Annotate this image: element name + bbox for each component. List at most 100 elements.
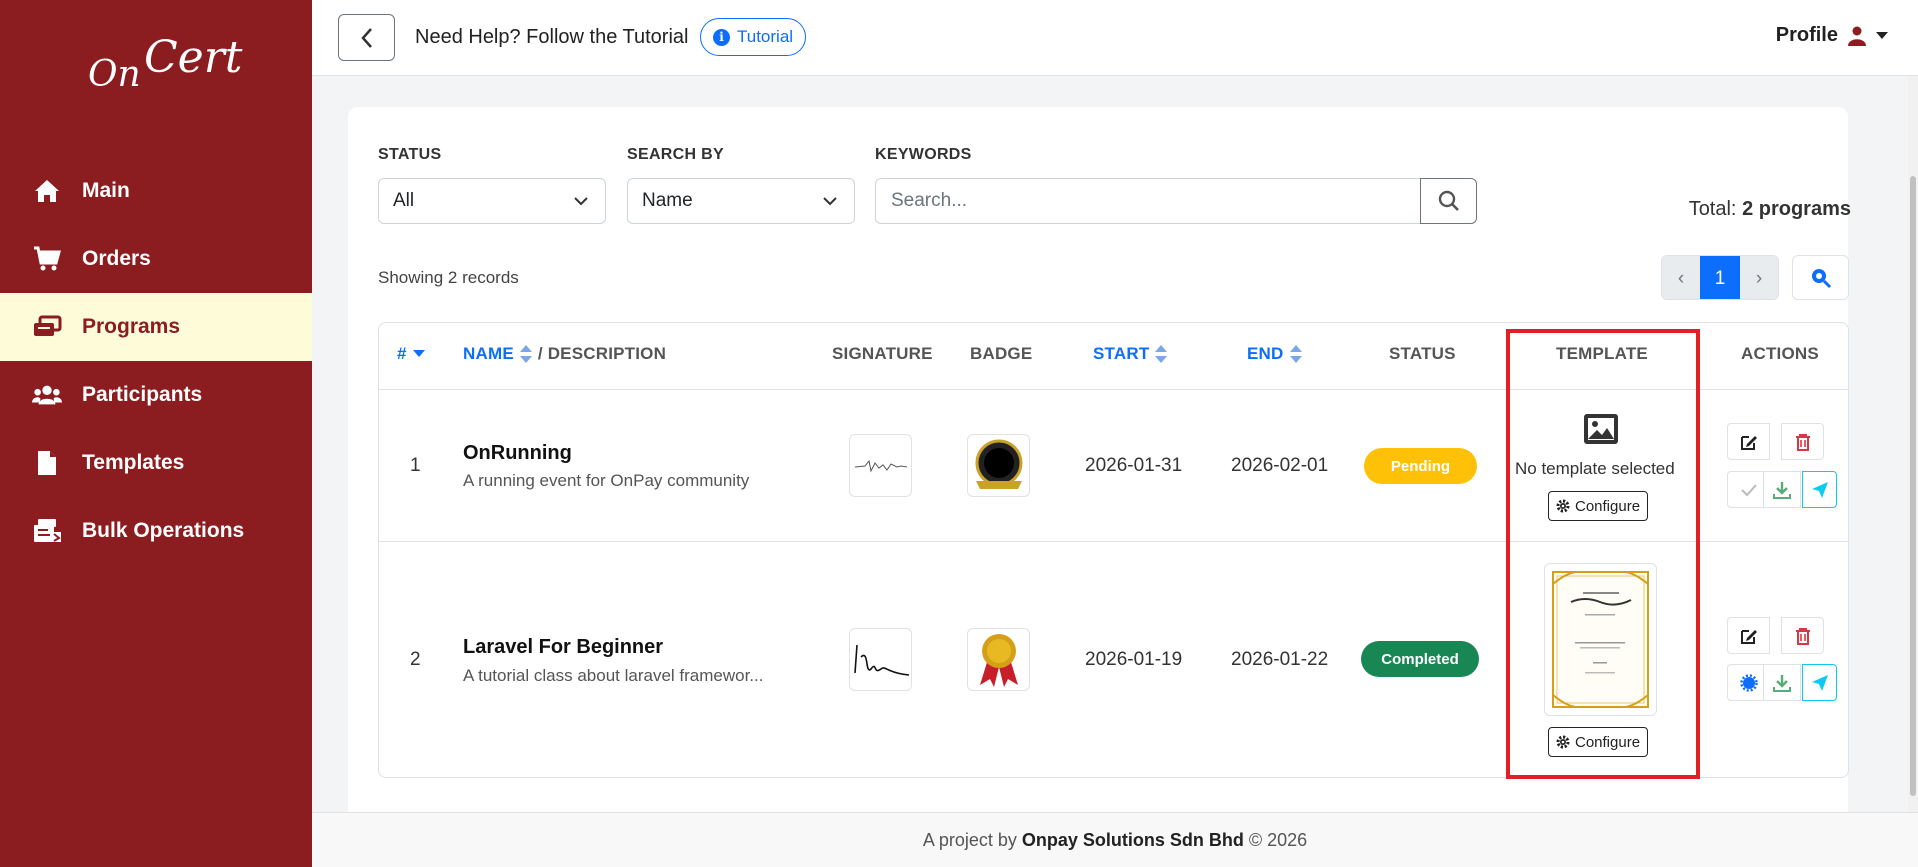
check-icon xyxy=(1740,483,1757,496)
download-icon xyxy=(1773,481,1791,499)
row-1-edit-button[interactable] xyxy=(1727,423,1770,460)
row-2-start: 2026-01-19 xyxy=(1085,649,1183,670)
trash-icon xyxy=(1795,433,1810,451)
profile-menu[interactable]: Profile xyxy=(1776,24,1888,47)
sidebar-item-main[interactable]: Main xyxy=(0,157,312,225)
cart-icon xyxy=(32,244,62,274)
row-1-send-button[interactable] xyxy=(1802,471,1837,508)
status-select[interactable]: All xyxy=(378,178,606,224)
th-description-label: / DESCRIPTION xyxy=(537,344,667,363)
total-prefix: Total: xyxy=(1688,198,1737,220)
search-icon xyxy=(1438,190,1459,211)
keywords-search-input[interactable] xyxy=(875,178,1420,224)
pagination-page-1[interactable]: 1 xyxy=(1700,256,1740,299)
programs-icon xyxy=(32,312,62,342)
oncert-logo[interactable]: On Cert xyxy=(84,32,242,102)
search-by-label: SEARCH BY xyxy=(627,146,724,163)
sort-down-icon xyxy=(412,350,425,357)
th-actions: ACTIONS xyxy=(1741,344,1819,363)
file-icon xyxy=(32,448,62,478)
profile-label: Profile xyxy=(1775,24,1838,46)
status-select-value: All xyxy=(393,190,415,211)
sort-icon xyxy=(519,345,532,363)
row-2-signature-image[interactable] xyxy=(849,628,912,691)
sidebar-item-orders[interactable]: Orders xyxy=(0,225,312,293)
footer: A project by Onpay Solutions Sdn Bhd © 2… xyxy=(312,812,1918,867)
search-button[interactable] xyxy=(1420,178,1477,224)
th-end[interactable]: END xyxy=(1247,344,1302,364)
row-1-name[interactable]: OnRunning xyxy=(463,442,572,465)
tutorial-label: Tutorial xyxy=(737,27,794,46)
row-2-badge-image[interactable] xyxy=(967,628,1030,691)
scrollbar-thumb[interactable] xyxy=(1910,176,1916,796)
th-signature: SIGNATURE xyxy=(832,344,933,363)
sidebar-nav: Main Orders Programs Participants Templa… xyxy=(0,157,312,565)
sidebar-item-participants[interactable]: Participants xyxy=(0,361,312,429)
top-bar: Need Help? Follow the Tutorial i Tutoria… xyxy=(312,0,1918,76)
chevron-down-icon xyxy=(574,197,588,206)
sidebar-item-programs[interactable]: Programs xyxy=(0,293,312,361)
row-2-index: 2 xyxy=(410,649,421,670)
row-2-download-button[interactable] xyxy=(1763,664,1801,701)
users-icon xyxy=(32,380,62,410)
th-start[interactable]: START xyxy=(1093,344,1168,364)
th-status: STATUS xyxy=(1389,344,1456,363)
bulk-icon xyxy=(32,516,62,546)
chevron-left-icon xyxy=(360,27,372,48)
footer-copyright: © 2026 xyxy=(1248,829,1308,850)
row-2-edit-button[interactable] xyxy=(1727,617,1770,654)
certificate-badge-icon xyxy=(1739,673,1758,692)
zoom-search-icon xyxy=(1811,268,1831,288)
tutorial-button[interactable]: i Tutorial xyxy=(700,18,807,56)
row-1-badge-image[interactable] xyxy=(967,434,1030,497)
total-value: 2 programs xyxy=(1742,198,1851,220)
row-1-start: 2026-01-31 xyxy=(1085,455,1183,476)
logo-text-cert: Cert xyxy=(144,32,243,83)
pagination-prev[interactable]: ‹ xyxy=(1662,256,1700,299)
th-index-label: # xyxy=(397,344,407,363)
total-programs: Total: 2 programs xyxy=(1689,198,1851,221)
sidebar-item-bulk-operations[interactable]: Bulk Operations xyxy=(0,497,312,565)
row-1-signature-image[interactable] xyxy=(849,434,912,497)
trash-icon xyxy=(1795,627,1810,645)
th-index[interactable]: # xyxy=(397,344,425,364)
back-button[interactable] xyxy=(338,14,395,61)
search-by-value: Name xyxy=(642,190,693,211)
row-2-send-button[interactable] xyxy=(1802,664,1837,701)
send-icon xyxy=(1811,481,1828,498)
row-2-status-badge: Completed xyxy=(1361,641,1479,677)
pagination-next[interactable]: › xyxy=(1740,256,1778,299)
advanced-search-button[interactable] xyxy=(1792,255,1849,300)
pagination: ‹ 1 › xyxy=(1661,255,1779,300)
row-1-delete-button[interactable] xyxy=(1781,423,1824,460)
edit-icon xyxy=(1740,435,1757,450)
sidebar-item-label: Main xyxy=(82,179,130,202)
page-scrollbar[interactable] xyxy=(1908,76,1918,812)
sort-icon xyxy=(1155,345,1168,363)
edit-icon xyxy=(1740,629,1757,644)
download-icon xyxy=(1773,674,1791,692)
row-2-end: 2026-01-22 xyxy=(1231,649,1329,670)
row-1-download-button[interactable] xyxy=(1763,471,1801,508)
send-icon xyxy=(1811,674,1828,691)
info-icon: i xyxy=(713,28,730,46)
row-1-description: A running event for OnPay community xyxy=(463,471,750,490)
row-1-end: 2026-02-01 xyxy=(1231,455,1329,476)
row-2-delete-button[interactable] xyxy=(1781,617,1824,654)
row-2-name[interactable]: Laravel For Beginner xyxy=(463,636,663,659)
th-start-label: START xyxy=(1093,344,1150,363)
keywords-label: KEYWORDS xyxy=(875,146,972,163)
search-by-select[interactable]: Name xyxy=(627,178,855,224)
help-text: Need Help? Follow the Tutorial xyxy=(415,26,689,48)
sidebar-item-label: Templates xyxy=(82,451,185,474)
sidebar-item-label: Programs xyxy=(82,315,181,338)
row-1-status-badge: Pending xyxy=(1364,448,1477,484)
footer-company: Onpay Solutions Sdn Bhd xyxy=(1021,829,1244,850)
sort-icon xyxy=(1289,345,1302,363)
chevron-down-icon xyxy=(823,197,837,206)
sidebar-item-label: Bulk Operations xyxy=(82,519,245,542)
sidebar-item-label: Participants xyxy=(82,383,203,406)
th-end-label: END xyxy=(1247,344,1284,363)
sidebar-item-templates[interactable]: Templates xyxy=(0,429,312,497)
th-name[interactable]: NAME / DESCRIPTION xyxy=(463,344,666,364)
